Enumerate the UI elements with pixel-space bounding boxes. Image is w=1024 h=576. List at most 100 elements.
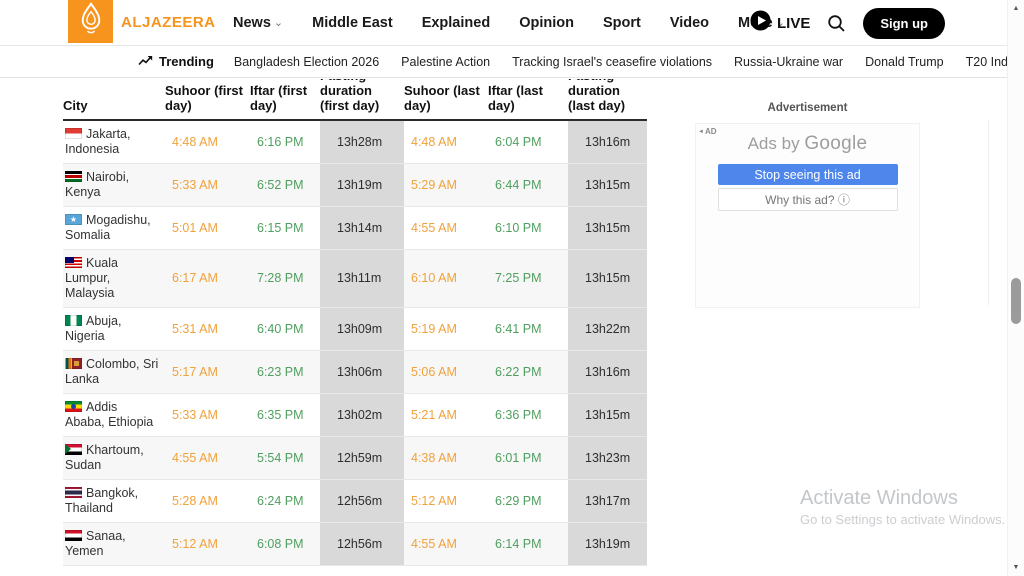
table-row: Sanaa, Yemen 5:12 AM 6:08 PM 12h56m 4:55… (63, 523, 647, 566)
info-icon: ⓘ (838, 193, 850, 207)
scroll-up-icon[interactable]: ▲ (1008, 5, 1024, 12)
suhoor-last-cell: 4:55 AM (404, 523, 488, 566)
duration-last-cell: 13h15m (568, 394, 647, 437)
chevron-down-icon: ⌄ (274, 17, 283, 29)
iftar-last-cell: 6:14 PM (488, 523, 568, 566)
city-cell: Colombo, Sri Lanka (63, 351, 165, 394)
search-icon[interactable] (827, 14, 846, 33)
suhoor-first-cell: 5:01 AM (165, 207, 250, 250)
trending-topic[interactable]: Russia-Ukraine war (734, 55, 843, 69)
iftar-last-cell: 6:29 PM (488, 480, 568, 523)
duration-last-cell: 13h23m (568, 437, 647, 480)
scrollbar-thumb[interactable] (1011, 278, 1021, 324)
iftar-first-cell: 7:28 PM (250, 250, 320, 308)
ads-by-google-text: Ads by Google (696, 133, 919, 155)
iftar-last-cell: 6:22 PM (488, 351, 568, 394)
suhoor-first-cell: 6:17 AM (165, 250, 250, 308)
suhoor-last-cell: 4:38 AM (404, 437, 488, 480)
trending-label: Trending (138, 54, 214, 69)
prayer-times-table: City Suhoor (first day) Iftar (first day… (63, 79, 647, 576)
table-row: Nairobi, Kenya 5:33 AM 6:52 PM 13h19m 5:… (63, 164, 647, 207)
main-nav: News⌄ Middle East Explained Opinion Spor… (233, 0, 785, 46)
country-flag-icon (65, 530, 82, 541)
nav-item-video[interactable]: Video (670, 15, 709, 31)
iftar-last-cell: 6:01 PM (488, 437, 568, 480)
trending-topic[interactable]: Palestine Action (401, 55, 490, 69)
trending-topic[interactable]: Bangladesh Election 2026 (234, 55, 379, 69)
play-circle-icon (750, 10, 771, 36)
iftar-last-cell: 6:44 PM (488, 164, 568, 207)
table-row: Kuala Lumpur, Malaysia 6:17 AM 7:28 PM 1… (63, 250, 647, 308)
suhoor-first-cell: 5:12 AM (165, 523, 250, 566)
duration-first-cell: 12h56m (320, 480, 404, 523)
nav-item-news[interactable]: News⌄ (233, 15, 283, 31)
city-cell: Abuja, Nigeria (63, 308, 165, 351)
suhoor-first-cell: 5:17 AM (165, 351, 250, 394)
vertical-scrollbar[interactable]: ▲ ▼ (1007, 0, 1024, 576)
trending-up-icon (138, 54, 153, 69)
table-row: Colombo, Sri Lanka 5:17 AM 6:23 PM 13h06… (63, 351, 647, 394)
iftar-first-cell: 6:52 PM (250, 164, 320, 207)
suhoor-first-cell: 4:55 AM (165, 437, 250, 480)
duration-last-cell: 13h16m (568, 351, 647, 394)
country-flag-icon (65, 444, 82, 455)
ad-choices-badge[interactable]: ◄AD (698, 127, 717, 136)
iftar-first-cell: 6:08 PM (250, 523, 320, 566)
iftar-first-cell: 6:40 PM (250, 308, 320, 351)
iftar-first-cell: 6:35 PM (250, 394, 320, 437)
nav-item-middle-east[interactable]: Middle East (312, 15, 393, 31)
suhoor-first-cell: 5:28 AM (165, 480, 250, 523)
duration-last-cell: 13h19m (568, 523, 647, 566)
nav-item-opinion[interactable]: Opinion (519, 15, 574, 31)
iftar-last-cell: 6:41 PM (488, 308, 568, 351)
country-flag-icon (65, 257, 82, 268)
col-header-suhoor-last: Suhoor (last day) (404, 79, 488, 121)
country-flag-icon (65, 214, 82, 225)
nav-item-sport[interactable]: Sport (603, 15, 641, 31)
suhoor-first-cell: 4:48 AM (165, 121, 250, 164)
country-flag-icon (65, 171, 82, 182)
duration-first-cell: 13h19m (320, 164, 404, 207)
trending-topic[interactable]: Tracking Israel's ceasefire violations (512, 55, 712, 69)
iftar-first-cell: 6:24 PM (250, 480, 320, 523)
duration-last-cell: 13h15m (568, 207, 647, 250)
windows-activation-watermark: Activate Windows Go to Settings to activ… (800, 487, 1005, 527)
scroll-down-icon[interactable]: ▼ (1008, 564, 1024, 571)
duration-first-cell: 13h02m (320, 394, 404, 437)
brand-wordmark[interactable]: ALJAZEERA (121, 14, 216, 31)
nav-item-explained[interactable]: Explained (422, 15, 491, 31)
suhoor-first-cell: 5:33 AM (165, 394, 250, 437)
country-flag-icon (65, 401, 82, 412)
iftar-first-cell: 5:54 PM (250, 437, 320, 480)
col-header-iftar-last: Iftar (last day) (488, 79, 568, 121)
aljazeera-logo[interactable] (68, 0, 113, 43)
duration-first-cell: 13h09m (320, 308, 404, 351)
trending-topic[interactable]: Donald Trump (865, 55, 944, 69)
trending-bar: Trending Bangladesh Election 2026 Palest… (0, 46, 1007, 78)
suhoor-last-cell: 4:55 AM (404, 207, 488, 250)
iftar-last-cell: 6:10 PM (488, 207, 568, 250)
stop-seeing-ad-button[interactable]: Stop seeing this ad (718, 164, 898, 185)
duration-first-cell: 13h06m (320, 351, 404, 394)
sign-up-button[interactable]: Sign up (863, 8, 945, 39)
ad-column: Advertisement ◄AD Ads by Google Stop see… (695, 102, 920, 308)
iftar-first-cell: 6:16 PM (250, 121, 320, 164)
col-header-suhoor-first: Suhoor (first day) (165, 79, 250, 121)
duration-first-cell: 12h59m (320, 437, 404, 480)
duration-last-cell: 13h22m (568, 308, 647, 351)
duration-last-cell: 13h15m (568, 164, 647, 207)
city-cell: Mogadishu, Somalia (63, 207, 165, 250)
table-row: Abuja, Nigeria 5:31 AM 6:40 PM 13h09m 5:… (63, 308, 647, 351)
aljazeera-flame-icon (76, 2, 106, 41)
duration-last-cell: 13h17m (568, 480, 647, 523)
iftar-first-cell: 6:15 PM (250, 207, 320, 250)
table-row: Bangkok, Thailand 5:28 AM 6:24 PM 12h56m… (63, 480, 647, 523)
duration-first-cell: 13h28m (320, 121, 404, 164)
top-navbar: ALJAZEERA News⌄ Middle East Explained Op… (0, 0, 1007, 46)
iftar-last-cell: 6:04 PM (488, 121, 568, 164)
why-this-ad-button[interactable]: Why this ad? ⓘ (718, 188, 898, 211)
table-row: Khartoum, Sudan 4:55 AM 5:54 PM 12h59m 4… (63, 437, 647, 480)
google-ad-box: ◄AD Ads by Google Stop seeing this ad Wh… (695, 123, 920, 308)
table-header-row: City Suhoor (first day) Iftar (first day… (63, 79, 647, 121)
live-button[interactable]: LIVE (750, 10, 810, 36)
